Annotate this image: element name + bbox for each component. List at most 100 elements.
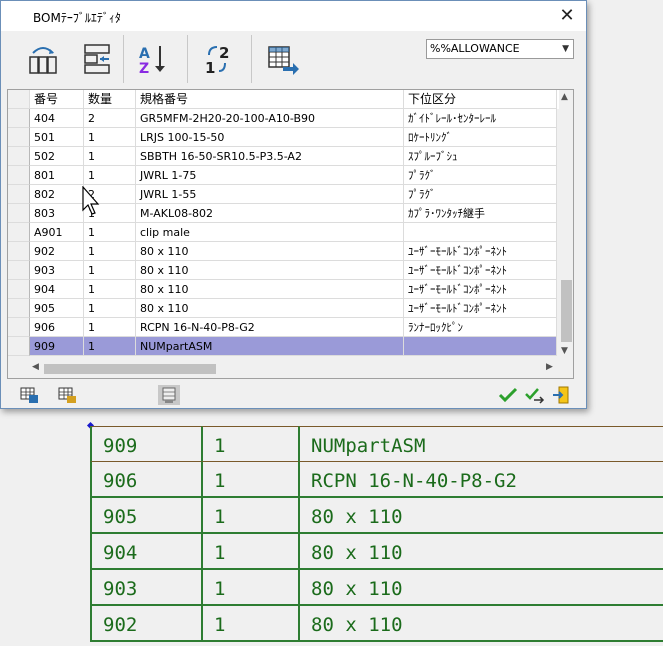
cell-subdivision[interactable]: ｽﾌﾟﾙｰﾌﾞｼｭ	[404, 147, 557, 166]
title-bar[interactable]: BOMﾃｰﾌﾞﾙｴﾃﾞｨﾀ ✕	[1, 1, 586, 31]
chevron-down-icon[interactable]: ▼	[562, 40, 569, 58]
cad-bom-table[interactable]: 909 1 NUMpartASM 906 1 RCPN 16-N-40-P8-G2 905 1…	[90, 426, 663, 646]
row-header[interactable]	[8, 223, 30, 242]
table-row[interactable]: 902 1 80 x 110 ﾕｰｻﾞｰﾓｰﾙﾄﾞｺﾝﾎﾟｰﾈﾝﾄ	[8, 242, 557, 261]
table-row[interactable]: 905 1 80 x 110 ﾕｰｻﾞｰﾓｰﾙﾄﾞｺﾝﾎﾟｰﾈﾝﾄ	[8, 299, 557, 318]
cell-quantity[interactable]: 1	[84, 242, 136, 261]
table-row[interactable]: A901 1 clip male	[8, 223, 557, 242]
cell-quantity[interactable]: 1	[84, 318, 136, 337]
scroll-up-icon[interactable]: ▲	[561, 92, 568, 102]
cell-number[interactable]: 903	[30, 261, 84, 280]
cell-number[interactable]: 404	[30, 109, 84, 128]
vertical-scroll-thumb[interactable]	[561, 280, 572, 342]
cell-number[interactable]: 801	[30, 166, 84, 185]
cell-subdivision[interactable]: ﾕｰｻﾞｰﾓｰﾙﾄﾞｺﾝﾎﾟｰﾈﾝﾄ	[404, 299, 557, 318]
row-header[interactable]	[8, 147, 30, 166]
cell-spec[interactable]: JWRL 1-55	[136, 185, 404, 204]
table-row[interactable]: 404 2 GR5MFM-2H20-20-100-A10-B90 ｶﾞｲﾄﾞﾚｰﾙ･ｾ…	[8, 109, 557, 128]
cell-spec[interactable]: GR5MFM-2H20-20-100-A10-B90	[136, 109, 404, 128]
insert-row-icon[interactable]	[25, 41, 61, 77]
row-header[interactable]	[8, 242, 30, 261]
cell-spec[interactable]: JWRL 1-75	[136, 166, 404, 185]
renumber-icon[interactable]: 2 1	[199, 41, 235, 77]
cell-number[interactable]: 909	[30, 337, 84, 356]
cell-number[interactable]: 905	[30, 299, 84, 318]
table-edit-icon[interactable]	[57, 385, 79, 405]
column-header-subdivision[interactable]: 下位区分	[404, 90, 557, 109]
cell-quantity[interactable]: 1	[84, 280, 136, 299]
cell-subdivision[interactable]: ﾕｰｻﾞｰﾓｰﾙﾄﾞｺﾝﾎﾟｰﾈﾝﾄ	[404, 280, 557, 299]
cell-subdivision[interactable]: ﾗﾝﾅｰﾛｯｸﾋﾟﾝ	[404, 318, 557, 337]
cell-quantity[interactable]: 1	[84, 223, 136, 242]
table-add-icon[interactable]	[19, 385, 41, 405]
cell-subdivision[interactable]: ｶﾞｲﾄﾞﾚｰﾙ･ｾﾝﾀｰﾚｰﾙ	[404, 109, 557, 128]
cell-spec[interactable]: SBBTH 16-50-SR10.5-P3.5-A2	[136, 147, 404, 166]
table-view-icon[interactable]	[158, 385, 180, 405]
table-row[interactable]: 903 1 80 x 110 ﾕｰｻﾞｰﾓｰﾙﾄﾞｺﾝﾎﾟｰﾈﾝﾄ	[8, 261, 557, 280]
cell-quantity[interactable]: 1	[84, 128, 136, 147]
cell-spec[interactable]: 80 x 110	[136, 261, 404, 280]
scroll-right-icon[interactable]: ▶	[546, 362, 553, 372]
column-header-number[interactable]: 番号	[30, 90, 84, 109]
cell-spec[interactable]: 80 x 110	[136, 299, 404, 318]
cell-spec[interactable]: RCPN 16-N-40-P8-G2	[136, 318, 404, 337]
cell-quantity[interactable]: 2	[84, 109, 136, 128]
cell-number[interactable]: 906	[30, 318, 84, 337]
ok-check-icon[interactable]	[497, 385, 519, 405]
row-header[interactable]	[8, 204, 30, 223]
horizontal-scrollbar[interactable]: ◀ ▶	[8, 360, 559, 378]
table-row[interactable]: 501 1 LRJS 100-15-50 ﾛｹｰﾄﾘﾝｸﾞ	[8, 128, 557, 147]
row-header[interactable]	[8, 337, 30, 356]
cell-number[interactable]: 904	[30, 280, 84, 299]
scroll-down-icon[interactable]: ▼	[561, 346, 568, 356]
cell-quantity[interactable]: 1	[84, 299, 136, 318]
cell-spec[interactable]: M-AKL08-802	[136, 204, 404, 223]
horizontal-scroll-thumb[interactable]	[44, 364, 216, 374]
row-header[interactable]	[8, 261, 30, 280]
sort-az-icon[interactable]: A Z	[133, 41, 169, 77]
vertical-scrollbar[interactable]: ▲ ▼	[559, 90, 573, 358]
export-table-icon[interactable]	[265, 41, 301, 77]
cell-spec[interactable]: LRJS 100-15-50	[136, 128, 404, 147]
cell-number[interactable]: 501	[30, 128, 84, 147]
row-header[interactable]	[8, 109, 30, 128]
cell-subdivision[interactable]: ｶﾌﾟﾗ･ﾜﾝﾀｯﾁ継手	[404, 204, 557, 223]
insert-column-icon[interactable]	[79, 41, 115, 77]
row-header[interactable]	[8, 299, 30, 318]
cell-subdivision[interactable]: ﾕｰｻﾞｰﾓｰﾙﾄﾞｺﾝﾎﾟｰﾈﾝﾄ	[404, 242, 557, 261]
cell-number[interactable]: A901	[30, 223, 84, 242]
cell-number[interactable]: 902	[30, 242, 84, 261]
table-row[interactable]: 909 1 NUMpartASM	[8, 337, 557, 356]
cell-spec[interactable]: clip male	[136, 223, 404, 242]
row-header[interactable]	[8, 185, 30, 204]
row-header[interactable]	[8, 128, 30, 147]
cell-number[interactable]: 803	[30, 204, 84, 223]
cell-quantity[interactable]: 1	[84, 261, 136, 280]
cell-spec[interactable]: NUMpartASM	[136, 337, 404, 356]
column-header-quantity[interactable]: 数量	[84, 90, 136, 109]
attribute-combobox[interactable]: %%ALLOWANCE ▼	[426, 39, 574, 59]
cell-number[interactable]: 802	[30, 185, 84, 204]
exit-icon[interactable]	[551, 385, 573, 405]
row-header[interactable]	[8, 280, 30, 299]
table-row[interactable]: 904 1 80 x 110 ﾕｰｻﾞｰﾓｰﾙﾄﾞｺﾝﾎﾟｰﾈﾝﾄ	[8, 280, 557, 299]
cell-subdivision[interactable]: ﾕｰｻﾞｰﾓｰﾙﾄﾞｺﾝﾎﾟｰﾈﾝﾄ	[404, 261, 557, 280]
scroll-left-icon[interactable]: ◀	[32, 362, 39, 372]
apply-check-icon[interactable]	[524, 385, 546, 405]
column-header-spec[interactable]: 規格番号	[136, 90, 404, 109]
cell-subdivision[interactable]: ﾛｹｰﾄﾘﾝｸﾞ	[404, 128, 557, 147]
cell-subdivision[interactable]: ﾌﾟﾗｸﾞ	[404, 185, 557, 204]
cell-subdivision[interactable]	[404, 223, 557, 242]
cell-spec[interactable]: 80 x 110	[136, 242, 404, 261]
row-header[interactable]	[8, 318, 30, 337]
cell-quantity[interactable]: 1	[84, 337, 136, 356]
cell-quantity[interactable]: 1	[84, 166, 136, 185]
cell-number[interactable]: 502	[30, 147, 84, 166]
cell-subdivision[interactable]	[404, 337, 557, 356]
table-row[interactable]: 502 1 SBBTH 16-50-SR10.5-P3.5-A2 ｽﾌﾟﾙｰﾌﾞｼｭ	[8, 147, 557, 166]
table-row[interactable]: 801 1 JWRL 1-75 ﾌﾟﾗｸﾞ	[8, 166, 557, 185]
cell-subdivision[interactable]: ﾌﾟﾗｸﾞ	[404, 166, 557, 185]
row-header[interactable]	[8, 166, 30, 185]
close-button[interactable]: ✕	[556, 5, 578, 27]
cell-spec[interactable]: 80 x 110	[136, 280, 404, 299]
